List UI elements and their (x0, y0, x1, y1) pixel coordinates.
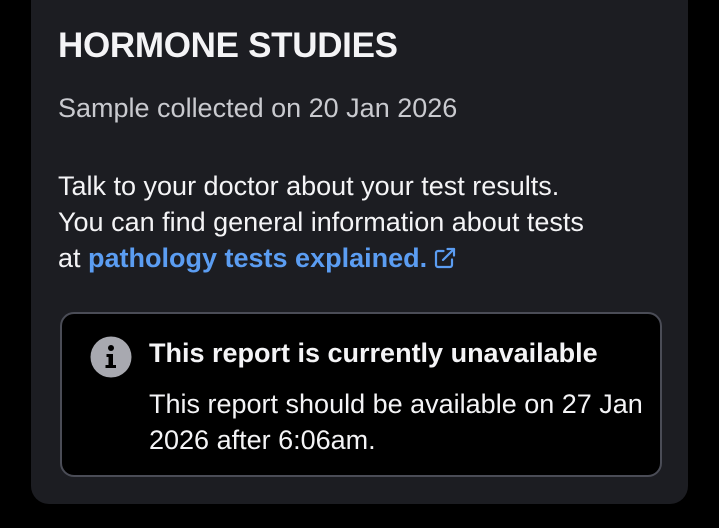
notice-title: This report is currently unavailable (149, 338, 598, 368)
info-line-2: You can find general information about t… (58, 207, 584, 237)
info-paragraph: Talk to your doctor about your test resu… (58, 168, 678, 276)
info-line-1: Talk to your doctor about your test resu… (58, 171, 560, 201)
report-unavailable-notice: This report is currently unavailable Thi… (60, 312, 662, 477)
report-title: HORMONE STUDIES (58, 26, 398, 65)
external-link-icon[interactable] (433, 246, 457, 270)
pathology-tests-link-label[interactable]: pathology tests explained. (88, 243, 427, 273)
pathology-tests-link[interactable]: pathology tests explained. (88, 243, 457, 273)
info-line-3: at pathology tests explained. (58, 240, 678, 276)
sample-collected-date: Sample collected on 20 Jan 2026 (58, 93, 458, 123)
notice-body: This report should be available on 27 Ja… (149, 389, 643, 455)
info-icon (90, 336, 132, 378)
info-line-prefix: at (58, 243, 89, 273)
